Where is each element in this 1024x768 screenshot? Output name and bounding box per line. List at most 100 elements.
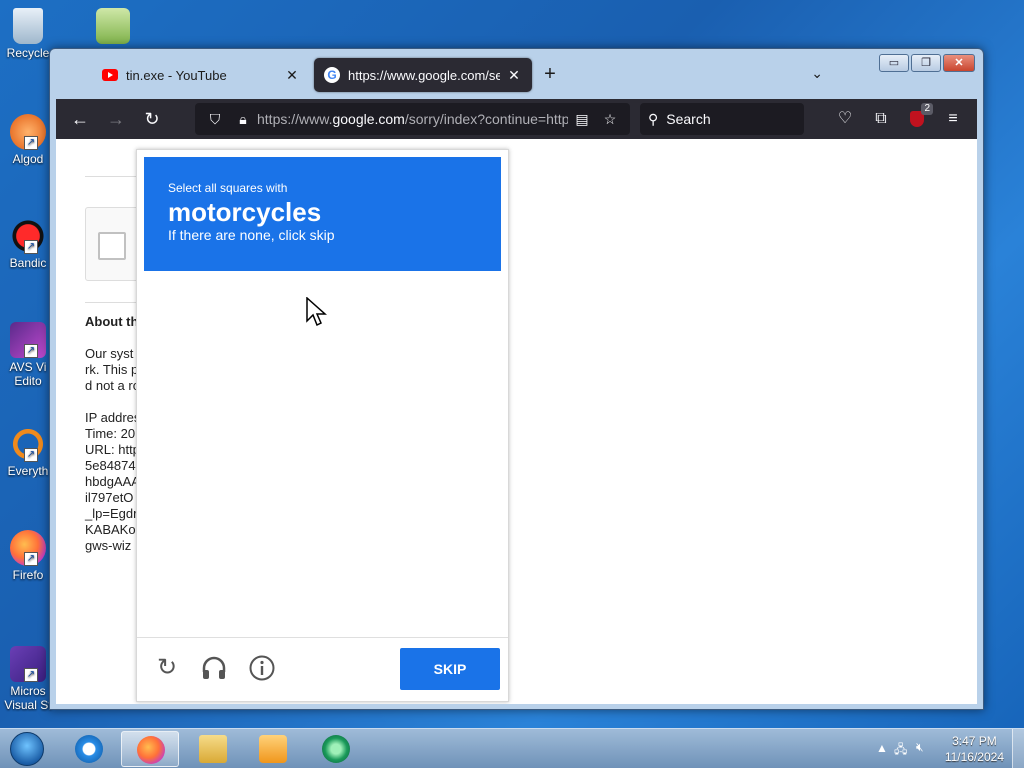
desktop-icon-label: Algod xyxy=(12,152,44,166)
tab-youtube[interactable]: tin.exe - YouTube ✕ xyxy=(92,58,310,92)
url-text[interactable]: https://www.google.com/sorry/index?conti… xyxy=(257,111,568,127)
info-line: KABAKo xyxy=(85,522,136,537)
lock-icon[interactable]: 🔒︎ xyxy=(229,111,257,128)
algodoo-icon: ↗ xyxy=(10,114,46,150)
bandicam-icon: ↗ xyxy=(10,218,46,254)
system-tray: ▲ 🖧︎ 🔇︎ 3:47 PM 11/16/2024 xyxy=(864,729,1024,768)
close-tab-icon[interactable]: ✕ xyxy=(284,67,300,84)
desktop-icon-everything[interactable]: ↗ Everyth xyxy=(0,426,56,478)
desktop-icon-firefox[interactable]: ↗ Firefo xyxy=(0,530,56,582)
list-all-tabs-chevron-icon[interactable]: ⌄ xyxy=(811,65,823,82)
folder-icon xyxy=(199,735,227,763)
desktop-icon-label: Recycle xyxy=(6,46,50,60)
clock-time: 3:47 PM xyxy=(952,734,997,748)
challenge-subtext: If there are none, click skip xyxy=(168,227,335,243)
new-tab-button[interactable]: + xyxy=(536,61,564,89)
body-text-line: d not a ro xyxy=(85,378,140,393)
shield-icon[interactable]: ⛉ xyxy=(201,111,229,128)
info-line: il797etO xyxy=(85,490,134,505)
taskbar-app-green[interactable] xyxy=(307,731,365,767)
taskbar: ▲ 🖧︎ 🔇︎ 3:47 PM 11/16/2024 xyxy=(0,728,1024,768)
desktop-icon-label-line2: Edito xyxy=(14,374,42,388)
body-text-line: rk. This p xyxy=(85,362,139,377)
shortcut-arrow-icon: ↗ xyxy=(24,136,38,150)
desktop-icon-label: Bandic xyxy=(9,256,47,270)
forward-arrow-icon[interactable]: → xyxy=(98,103,134,135)
close-tab-icon[interactable]: ✕ xyxy=(506,67,522,84)
audio-challenge-headphones-icon[interactable] xyxy=(200,654,228,682)
challenge-footer: ↻ SKIP xyxy=(137,637,508,701)
tab-title: https://www.google.com/searc xyxy=(348,67,500,83)
shortcut-arrow-icon: ↗ xyxy=(24,344,38,358)
back-arrow-icon[interactable]: ← xyxy=(62,103,98,135)
hamburger-menu-icon[interactable]: ≡ xyxy=(935,103,971,135)
navigation-toolbar: ← → ↻ ⛉ 🔒︎ https://www.google.com/sorry/… xyxy=(56,99,977,139)
info-line: hbdgAAA xyxy=(85,474,140,489)
desktop-icon-avs-video-editor[interactable]: ↗ AVS Vi Edito xyxy=(0,322,56,388)
maximize-button[interactable]: ❐ xyxy=(911,54,941,72)
desktop-icon-bandicam[interactable]: ↗ Bandic xyxy=(0,218,56,270)
search-placeholder: Search xyxy=(666,111,711,127)
internet-explorer-icon xyxy=(75,735,103,763)
network-icon[interactable]: 🖧︎ xyxy=(894,740,907,761)
desktop-icon-label: Everyth xyxy=(7,464,49,478)
shortcut-arrow-icon: ↗ xyxy=(24,240,38,254)
film-icon: ↗ xyxy=(10,322,46,358)
tab-title: tin.exe - YouTube xyxy=(126,67,227,83)
challenge-header: Select all squares with motorcycles If t… xyxy=(144,157,501,271)
shortcut-arrow-icon: ↗ xyxy=(24,448,38,462)
google-icon: G xyxy=(324,67,340,83)
taskbar-media-player[interactable] xyxy=(244,731,302,767)
address-bar[interactable]: ⛉ 🔒︎ https://www.google.com/sorry/index?… xyxy=(195,103,630,135)
recaptcha-challenge-dialog: Select all squares with motorcycles If t… xyxy=(136,149,509,702)
tab-google[interactable]: G https://www.google.com/searc ✕ xyxy=(314,58,532,92)
taskbar-firefox[interactable] xyxy=(121,731,179,767)
desktop-icon-algodoo[interactable]: ↗ Algod xyxy=(0,114,56,166)
taskbar-internet-explorer[interactable] xyxy=(60,731,118,767)
clock-date: 11/16/2024 xyxy=(944,750,1004,764)
skip-button[interactable]: SKIP xyxy=(400,648,500,690)
show-hidden-icons-icon[interactable]: ▲ xyxy=(876,741,888,755)
recaptcha-checkbox[interactable] xyxy=(98,232,126,260)
ublock-origin-icon[interactable]: 2 xyxy=(899,103,935,135)
volume-muted-icon[interactable]: 🔇︎ xyxy=(916,740,924,755)
shortcut-arrow-icon: ↗ xyxy=(24,668,38,682)
info-line: gws-wiz xyxy=(85,538,132,553)
reader-view-icon[interactable]: ▤ xyxy=(568,111,596,128)
desktop-icon-label-line2: Visual St xyxy=(4,698,52,712)
info-line: URL: http xyxy=(85,442,140,457)
green-app-icon xyxy=(322,735,350,763)
youtube-icon xyxy=(102,69,118,81)
pocket-icon[interactable]: ♡ xyxy=(827,103,863,135)
desktop-icon-visual-studio[interactable]: ↗ Micros Visual St xyxy=(0,646,56,712)
magnifier-icon: ↗ xyxy=(10,426,46,462)
page-content: About th Our syst rk. This p d not a ro … xyxy=(56,139,977,704)
show-desktop-button[interactable] xyxy=(1012,729,1024,768)
desktop-icon-notepad-plus[interactable] xyxy=(88,8,138,46)
desktop-icon-recycle-bin[interactable]: Recycle xyxy=(0,8,56,60)
extensions-puzzle-icon[interactable]: ⧉ xyxy=(863,103,899,135)
media-player-icon xyxy=(259,735,287,763)
info-icon[interactable] xyxy=(248,654,276,682)
info-line: IP addres xyxy=(85,410,141,425)
start-button[interactable] xyxy=(6,729,48,768)
firefox-icon xyxy=(137,736,165,764)
windows-logo-icon xyxy=(10,732,44,766)
reload-challenge-icon[interactable]: ↻ xyxy=(153,654,181,682)
search-input[interactable]: ⚲ Search xyxy=(640,103,804,135)
clock[interactable]: 3:47 PM 11/16/2024 xyxy=(945,733,1004,765)
toolbar-right-buttons: ♡ ⧉ 2 ≡ xyxy=(827,103,971,135)
info-line: _lp=Egdr xyxy=(85,506,138,521)
close-window-button[interactable]: ✕ xyxy=(943,54,975,72)
body-text-line: Our syst xyxy=(85,346,134,361)
tab-bar: tin.exe - YouTube ✕ G https://www.google… xyxy=(56,55,816,95)
bookmark-star-icon[interactable]: ☆ xyxy=(596,111,624,128)
challenge-instruction: Select all squares with xyxy=(168,181,288,195)
visual-studio-icon: ↗ xyxy=(10,646,46,682)
window-controls: ▭ ❐ ✕ xyxy=(879,54,975,72)
minimize-button[interactable]: ▭ xyxy=(879,54,909,72)
reload-icon[interactable]: ↻ xyxy=(134,103,170,135)
taskbar-file-explorer[interactable] xyxy=(184,731,242,767)
recycle-bin-icon xyxy=(13,8,43,44)
notepad-plus-icon xyxy=(96,8,130,44)
